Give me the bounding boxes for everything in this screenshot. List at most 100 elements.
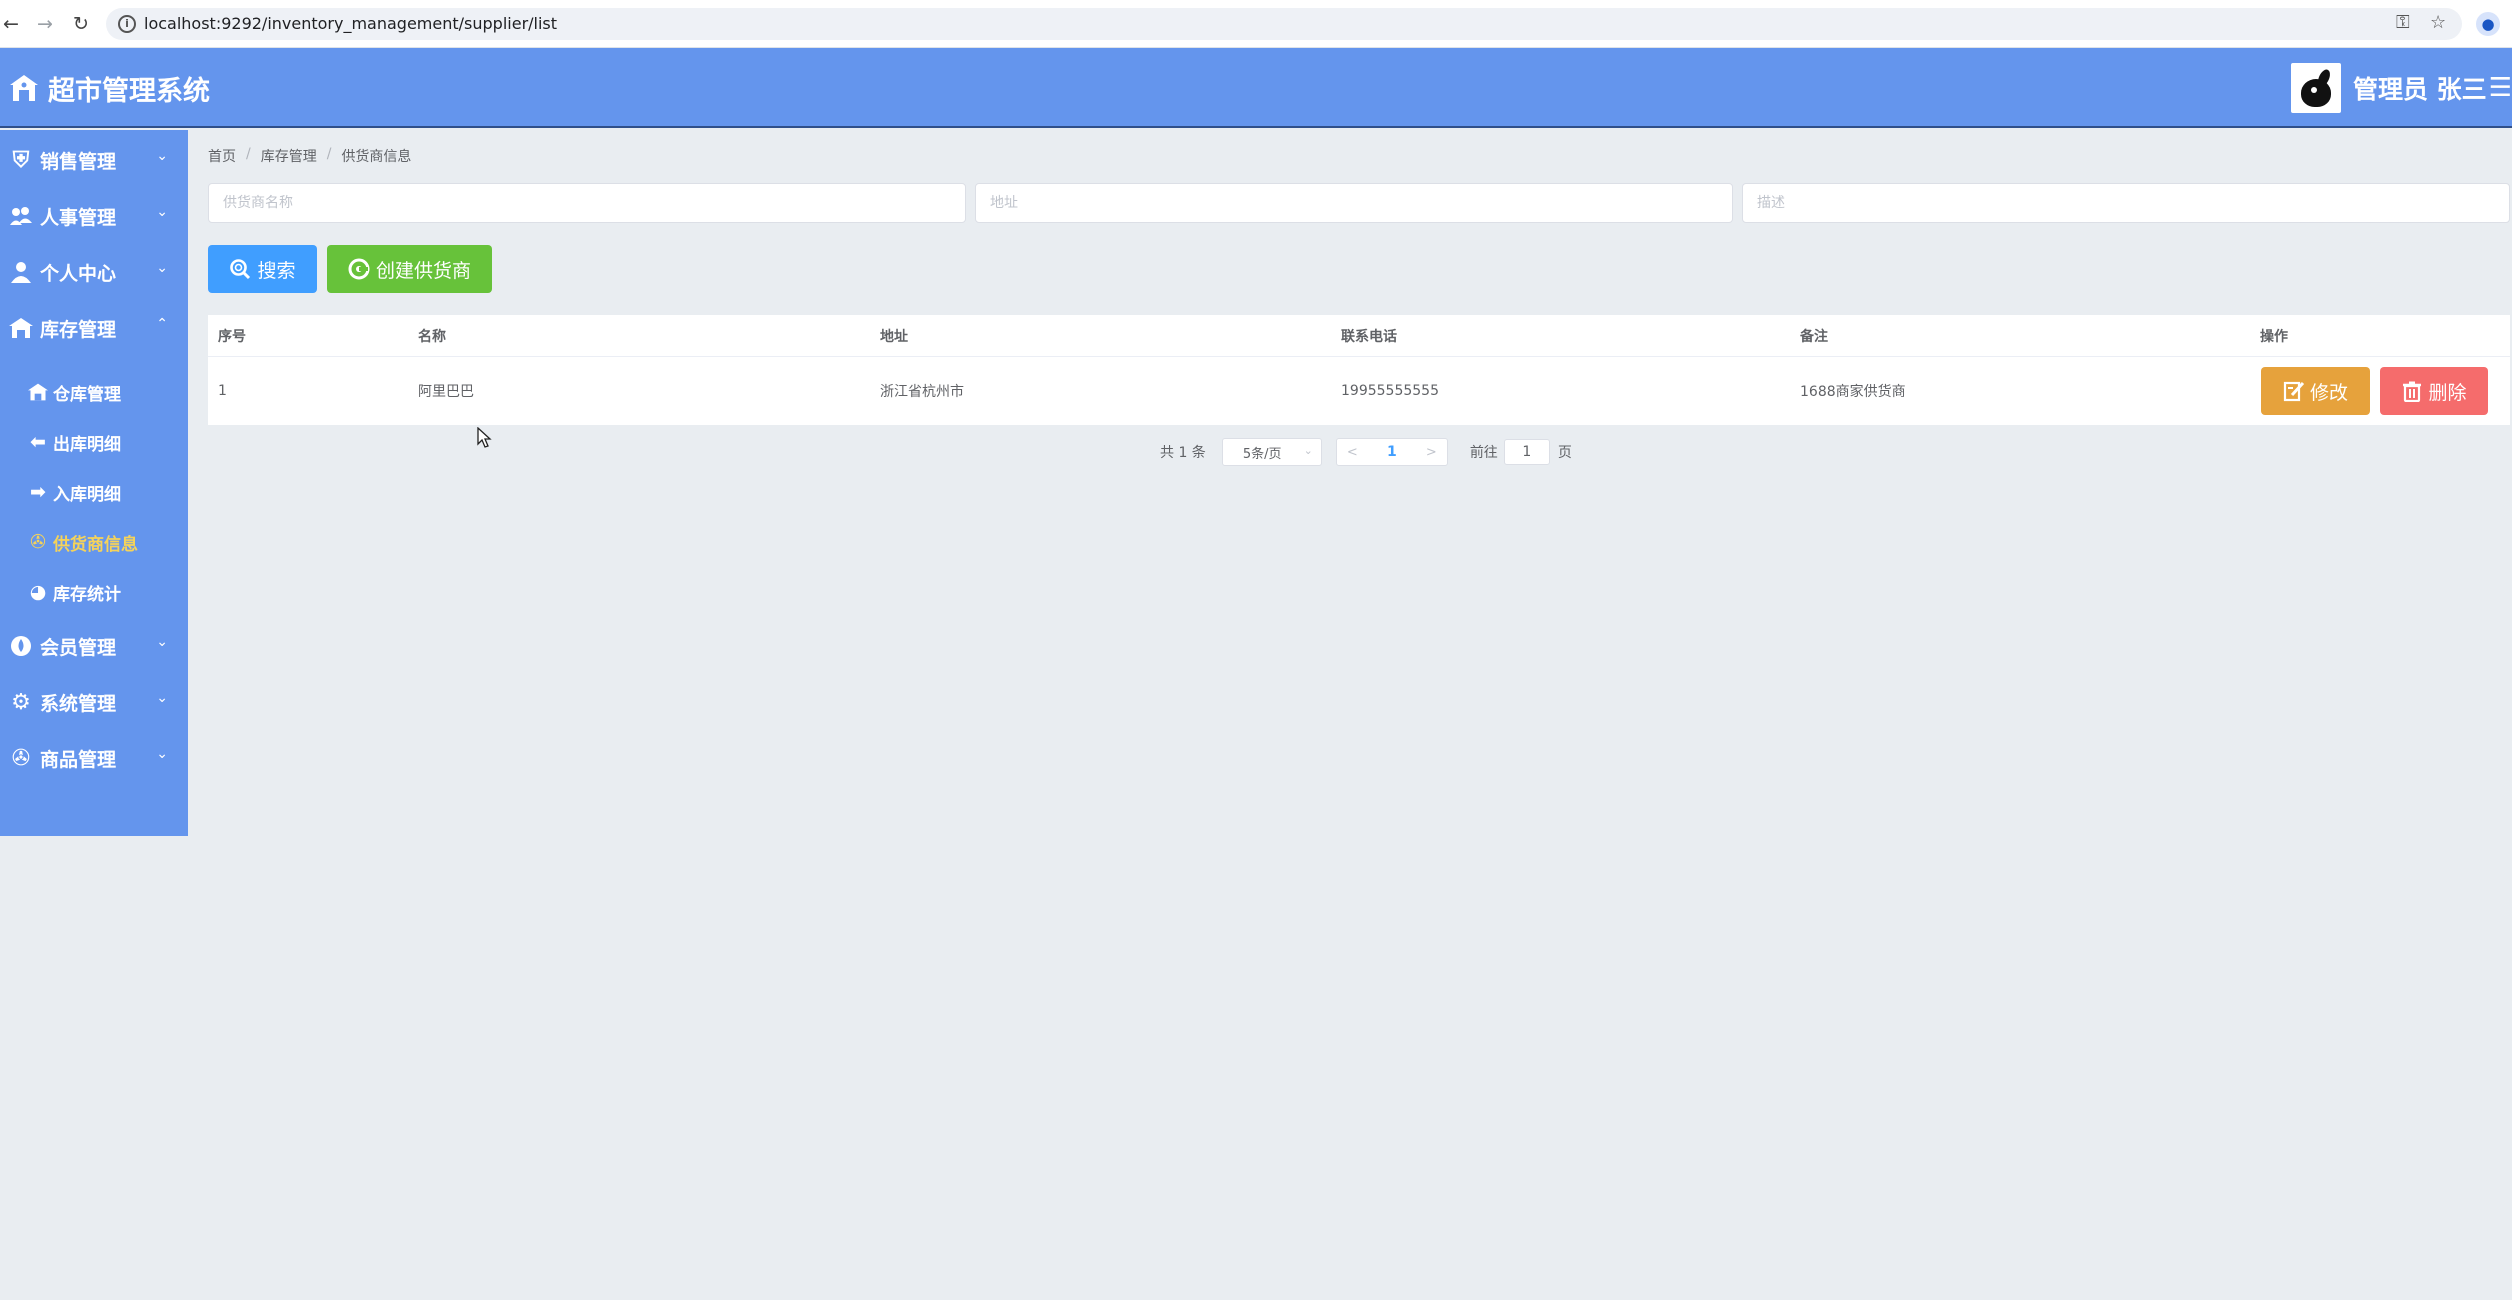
warehouse-icon [8,315,34,341]
page-size-select[interactable]: 5条/页 ⌄ [1221,438,1322,466]
sidebar-item-label: 个人中心 [40,262,117,285]
search-button-label: 搜索 [257,259,296,282]
warehouse-icon [8,73,40,103]
site-info-icon[interactable]: i [118,15,136,33]
sidebar-item-hr[interactable]: 人事管理 ⌄ [0,194,188,238]
sidebar-item-label: 商品管理 [40,748,117,771]
breadcrumb: 首页 / 库存管理 / 供货商信息 [208,146,411,166]
breadcrumb-separator: / [246,146,251,162]
add-circle-icon [348,258,370,280]
chevron-down-icon: ⌄ [156,690,168,706]
page-size-value: 5条/页 [1242,446,1282,462]
cell-name: 阿里巴巴 [418,384,474,400]
prev-page-icon[interactable]: < [1347,445,1358,460]
chevron-up-icon: ⌃ [156,316,168,332]
column-header-name: 名称 [418,328,446,345]
sidebar-item-label: 人事管理 [40,206,117,229]
chevron-down-icon: ⌄ [156,746,168,762]
sidebar-subitem-label: 仓库管理 [53,384,121,405]
delete-button[interactable]: 删除 [2380,367,2488,415]
supplier-table: 序号 名称 地址 联系电话 备注 操作 1 阿里巴巴 浙江省杭州市 199555… [208,315,2510,425]
breadcrumb-current: 供货商信息 [341,149,412,165]
pagination: 共 1 条 5条/页 ⌄ < 1 > 前往 1 页 [1160,438,1572,466]
sidebar-item-profile[interactable]: 个人中心 ⌄ [0,250,188,294]
sidebar-item-inventory[interactable]: 库存管理 ⌃ [0,306,188,350]
chevron-down-icon: ⌄ [156,260,168,276]
sidebar-item-system[interactable]: ⚙ 系统管理 ⌄ [0,680,188,724]
edit-button-label: 修改 [2309,381,2348,404]
description-input[interactable] [1742,183,2510,223]
edit-icon [2283,380,2305,402]
table-row: 1 阿里巴巴 浙江省杭州市 19955555555 1688商家供货商 修改 删… [208,357,2510,425]
sidebar-subitem-supplier[interactable]: ✇ 供货商信息 [0,522,188,562]
next-page-icon[interactable]: > [1426,445,1437,460]
breadcrumb-separator: / [326,146,332,162]
breadcrumb-inventory[interactable]: 库存管理 [261,146,317,166]
user-name[interactable]: 管理员 张三 [2353,70,2487,106]
goto-prefix: 前往 [1469,445,1498,461]
star-icon[interactable]: ☆ [2430,12,2446,33]
user-area[interactable]: 管理员 张三 ☰ [2290,62,2512,114]
create-supplier-button[interactable]: 创建供货商 [327,245,492,293]
column-header-phone: 联系电话 [1341,328,1397,345]
app-title-text: 超市管理系统 [48,75,210,107]
chart-icon: ◕ [29,581,47,603]
chevron-down-icon: ⌄ [1303,444,1313,457]
cell-address: 浙江省杭州市 [880,384,964,400]
supplier-name-input[interactable] [208,183,966,223]
back-icon[interactable]: ← [0,12,22,36]
pagination-total: 共 1 条 [1160,445,1206,461]
sidebar-item-label: 库存管理 [40,318,117,341]
sidebar-subitem-label: 出库明细 [53,434,121,455]
sidebar-subitem-stats[interactable]: ◕ 库存统计 [0,572,188,612]
reload-icon[interactable]: ↻ [70,12,92,36]
sidebar-subitem-inbound[interactable]: ➡ 入库明细 [0,472,188,512]
user-icon [8,259,34,285]
pager: < 1 > [1335,438,1448,466]
key-icon[interactable]: ⚿ [2396,12,2410,33]
sidebar-item-members[interactable]: 会员管理 ⌄ [0,624,188,668]
film-reel-icon: ✇ [30,531,46,553]
sidebar-subitem-outbound[interactable]: ⬅ 出库明细 [0,422,188,462]
address-input[interactable] [975,183,1733,223]
cell-phone: 19955555555 [1341,383,1439,399]
sidebar-item-sales[interactable]: ⛨ 销售管理 ⌄ [0,138,188,182]
shield-user-icon: ⛨ [12,147,30,173]
chevron-down-icon: ⌄ [156,204,168,220]
delete-button-label: 删除 [2428,381,2467,404]
table-header: 序号 名称 地址 联系电话 备注 操作 [208,315,2510,357]
chevron-down-icon: ⌄ [156,634,168,650]
url-text[interactable]: localhost:9292/inventory_management/supp… [144,14,557,33]
column-header-address: 地址 [880,328,908,345]
users-icon [8,203,34,229]
profile-icon[interactable]: ● [2476,12,2500,36]
sidebar-subitem-warehouse[interactable]: 仓库管理 [0,372,188,412]
app-header: 超市管理系统 管理员 张三 ☰ [0,48,2512,128]
avatar[interactable] [2290,63,2341,113]
sidebar: ⛨ 销售管理 ⌄ 人事管理 ⌄ 个人中心 ⌄ 库存管理 ⌃ 仓库管理 ⬅ 出库明… [0,130,188,836]
warehouse-icon [26,380,50,404]
sidebar-item-label: 销售管理 [40,150,117,173]
goto-page-input[interactable]: 1 [1503,439,1550,465]
sidebar-item-label: 会员管理 [40,636,117,659]
edit-button[interactable]: 修改 [2261,367,2370,415]
search-icon [229,258,251,280]
breadcrumb-home[interactable]: 首页 [208,146,236,166]
forward-icon[interactable]: → [34,12,56,36]
sidebar-item-products[interactable]: ✇ 商品管理 ⌄ [0,736,188,780]
sidebar-item-label: 系统管理 [40,692,117,715]
search-button[interactable]: 搜索 [208,245,317,293]
sidebar-subitem-label: 供货商信息 [53,534,138,555]
address-bar[interactable]: i localhost:9292/inventory_management/su… [106,8,2462,40]
cell-note: 1688商家供货商 [1800,384,1906,400]
arrow-right-icon: ➡ [30,481,46,503]
trash-icon [2401,380,2423,402]
film-reel-icon: ✇ [11,745,31,771]
sidebar-subitem-label: 库存统计 [53,584,121,605]
create-supplier-label: 创建供货商 [375,259,471,282]
page-number-current[interactable]: 1 [1387,444,1397,460]
chevron-down-icon: ⌄ [156,148,168,164]
menu-icon[interactable]: ☰ [2489,73,2512,103]
column-header-note: 备注 [1800,328,1828,345]
sidebar-subitem-label: 入库明细 [53,484,121,505]
